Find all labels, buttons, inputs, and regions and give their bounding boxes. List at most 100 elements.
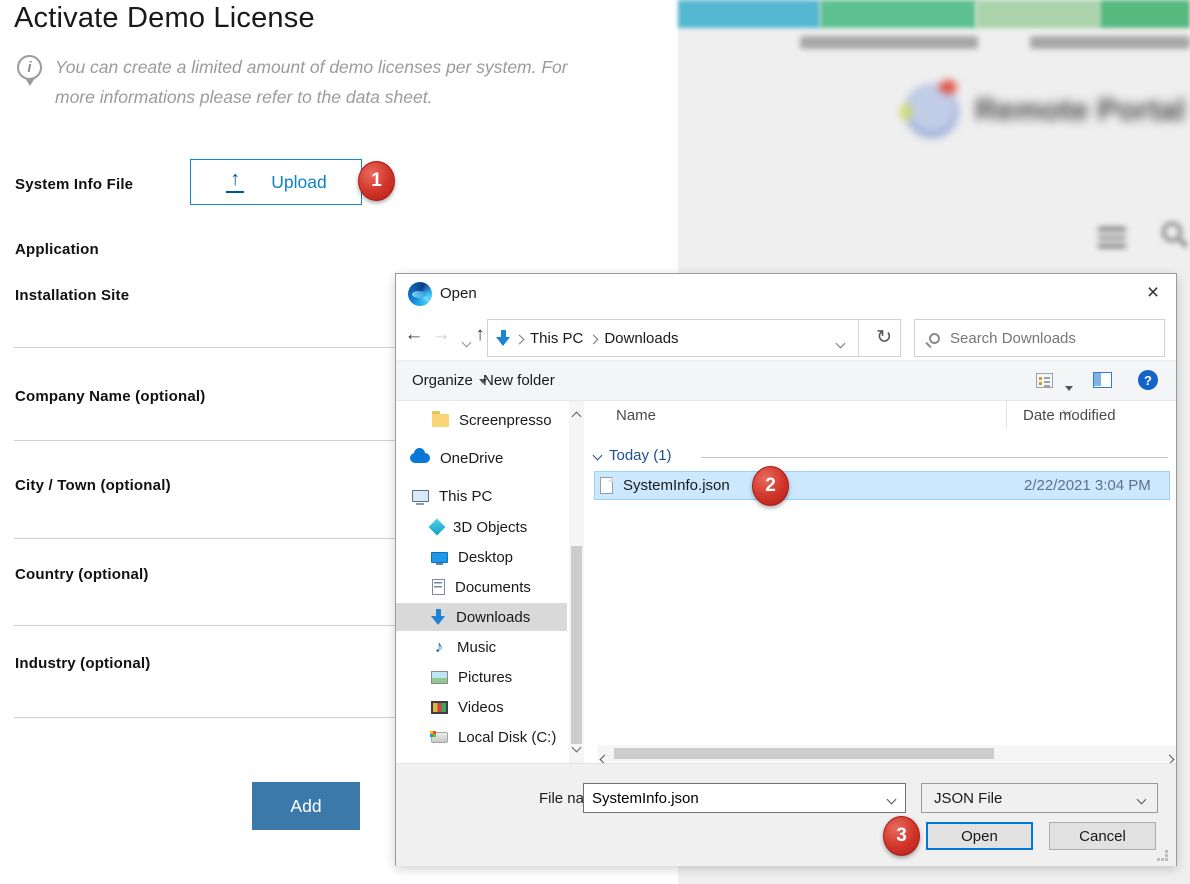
breadcrumb-chevron-icon: [590, 330, 597, 347]
file-type-dropdown[interactable]: JSON File: [921, 783, 1158, 813]
file-name: SystemInfo.json: [623, 477, 730, 494]
installation-site-label: Installation Site: [15, 287, 129, 304]
topbar-segment: [976, 0, 1100, 28]
file-name-combobox[interactable]: [583, 783, 906, 813]
computer-icon: [412, 490, 429, 502]
preview-pane-icon[interactable]: [1093, 372, 1112, 388]
close-icon[interactable]: ×: [1136, 278, 1170, 308]
picture-icon: [431, 671, 448, 684]
company-name-label: Company Name (optional): [15, 388, 205, 405]
breadcrumb-chevron-icon: [516, 330, 523, 347]
address-bar[interactable]: This PC Downloads ↻: [487, 319, 901, 357]
search-box[interactable]: [914, 319, 1165, 357]
disk-drive-icon: [431, 732, 448, 743]
dialog-body: Screenpresso OneDrive This PC 3D Objects…: [396, 401, 1176, 763]
sidebar-item-local-disk[interactable]: Local Disk (C:): [396, 723, 567, 751]
file-type-value: JSON File: [934, 790, 1002, 807]
organize-button[interactable]: Organize: [412, 372, 487, 389]
open-button[interactable]: Open: [926, 822, 1033, 850]
resize-grip[interactable]: [1157, 850, 1169, 862]
dialog-toolbar: Organize New folder ?: [396, 360, 1176, 401]
dialog-nav-row: ← → ↑ This PC Downloads ↻: [396, 314, 1176, 360]
sidebar-item-screenpresso[interactable]: Screenpresso: [396, 406, 567, 434]
step-badge-3: 3: [883, 816, 920, 856]
video-film-icon: [431, 701, 448, 714]
music-note-icon: ♪: [431, 640, 447, 654]
application-label: Application: [15, 241, 99, 258]
sidebar-item-3d-objects[interactable]: 3D Objects: [396, 513, 567, 541]
cancel-button[interactable]: Cancel: [1049, 822, 1156, 850]
forward-button[interactable]: →: [429, 324, 453, 346]
screen: Remote Portal Activate Demo License i Yo…: [0, 0, 1190, 884]
upload-icon: ↑: [225, 171, 245, 193]
group-header-today[interactable]: Today (1): [594, 447, 672, 464]
sidebar-item-pictures[interactable]: Pictures: [396, 663, 567, 691]
new-folder-button[interactable]: New folder: [483, 372, 555, 389]
document-icon: [432, 579, 445, 595]
column-separator[interactable]: [1006, 401, 1007, 428]
file-date-modified: 2/22/2021 3:04 PM: [1024, 477, 1151, 494]
cube-icon: [429, 519, 446, 536]
industry-label: Industry (optional): [15, 655, 150, 672]
search-input[interactable]: [950, 330, 1130, 347]
sidebar-item-onedrive[interactable]: OneDrive: [396, 444, 567, 472]
back-button[interactable]: ←: [402, 324, 426, 346]
group-collapse-icon: [593, 451, 603, 461]
country-label: Country (optional): [15, 566, 149, 583]
step-badge-2: 2: [752, 466, 789, 506]
address-dropdown-chevron[interactable]: [837, 334, 844, 351]
add-button[interactable]: Add: [252, 782, 360, 830]
file-list-pane: Name Date modified Today (1) SystemInfo.…: [584, 401, 1176, 763]
portal-brand: Remote Portal: [975, 92, 1190, 128]
info-text: You can create a limited amount of demo …: [55, 52, 575, 112]
column-header-date-modified[interactable]: Date modified: [1023, 407, 1116, 424]
file-type-chevron-icon: [1138, 790, 1145, 807]
system-info-file-label: System Info File: [15, 176, 133, 193]
refresh-icon[interactable]: ↻: [876, 326, 892, 349]
view-mode-icon[interactable]: [1036, 373, 1053, 388]
upload-button-label: Upload: [271, 172, 326, 193]
address-divider: [858, 320, 859, 356]
blurred-nav-link: [800, 36, 978, 49]
sidebar-item-documents[interactable]: Documents: [396, 573, 567, 601]
step-badge-1: 1: [358, 161, 395, 201]
info-icon: i: [17, 55, 42, 80]
portal-logo-icon: [905, 84, 959, 138]
scrollbar-thumb[interactable]: [571, 546, 582, 744]
upload-button[interactable]: ↑ Upload: [190, 159, 362, 205]
onedrive-cloud-icon: [410, 453, 430, 463]
blurred-nav-link: [1030, 36, 1190, 49]
file-row-systeminfo[interactable]: SystemInfo.json 2/22/2021 3:04 PM: [594, 471, 1170, 500]
view-mode-caret-icon[interactable]: [1059, 379, 1073, 396]
hamburger-icon: [1098, 227, 1126, 253]
breadcrumb-downloads[interactable]: Downloads: [600, 330, 682, 347]
sidebar-item-downloads[interactable]: Downloads: [396, 603, 567, 631]
scrollbar-thumb[interactable]: [614, 748, 994, 759]
monitor-icon: [431, 552, 448, 563]
horizontal-scrollbar[interactable]: [598, 745, 1176, 762]
column-header-name[interactable]: Name: [616, 407, 656, 424]
file-name-dropdown-chevron[interactable]: [888, 790, 895, 807]
help-icon[interactable]: ?: [1138, 370, 1158, 390]
sidebar-item-this-pc[interactable]: This PC: [396, 482, 567, 510]
search-icon: [929, 333, 940, 344]
topbar-segment: [1100, 0, 1190, 28]
downloads-folder-icon: [496, 330, 511, 347]
page-title: Activate Demo License: [14, 2, 315, 35]
topbar-segment: [820, 0, 976, 28]
edge-browser-icon: [408, 282, 432, 306]
download-arrow-icon: [431, 609, 446, 626]
open-file-dialog: Open × ← → ↑ This PC Downloads ↻: [395, 273, 1177, 866]
file-name-input[interactable]: [584, 790, 888, 807]
breadcrumb-this-pc[interactable]: This PC: [526, 330, 587, 347]
sidebar-item-videos[interactable]: Videos: [396, 693, 567, 721]
sidebar-item-music[interactable]: ♪ Music: [396, 633, 567, 661]
group-divider: [701, 457, 1168, 458]
scroll-up-icon[interactable]: [573, 407, 580, 424]
topbar-segment: [678, 0, 820, 28]
scroll-down-icon[interactable]: [573, 738, 580, 755]
sidebar-item-desktop[interactable]: Desktop: [396, 543, 567, 571]
file-page-icon: [600, 477, 613, 494]
sidebar-scrollbar[interactable]: [569, 401, 584, 763]
folder-icon: [432, 414, 449, 427]
